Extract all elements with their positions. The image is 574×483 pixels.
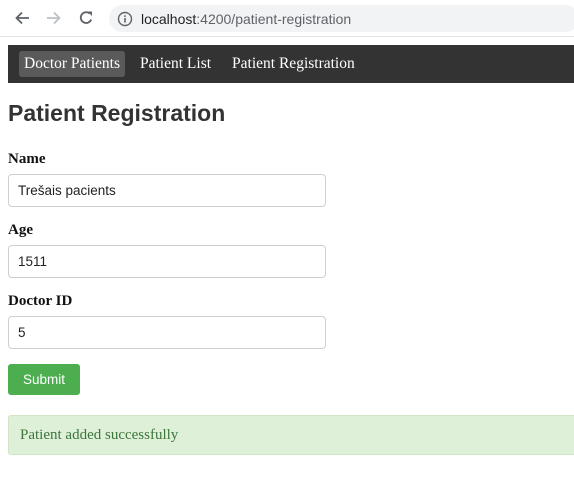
app-navbar: Doctor Patients Patient List Patient Reg…	[8, 45, 574, 83]
address-bar[interactable]: localhost:4200/patient-registration	[109, 5, 574, 32]
doctor-id-field[interactable]	[8, 316, 326, 349]
url-text: localhost:4200/patient-registration	[141, 10, 352, 27]
name-field[interactable]	[8, 174, 326, 207]
nav-link-patient-registration[interactable]: Patient Registration	[226, 51, 361, 77]
alert-message: Patient added successfully	[20, 426, 179, 443]
name-label: Name	[8, 151, 46, 167]
submit-button[interactable]: Submit	[8, 364, 80, 395]
back-icon[interactable]	[12, 8, 32, 28]
nav-link-patient-list[interactable]: Patient List	[134, 51, 217, 77]
nav-link-doctor-patients[interactable]: Doctor Patients	[19, 51, 125, 77]
doctor-id-label: Doctor ID	[8, 293, 73, 309]
page-title: Patient Registration	[8, 100, 226, 126]
age-label: Age	[8, 222, 33, 238]
age-field[interactable]	[8, 245, 326, 278]
forward-icon[interactable]	[44, 8, 64, 28]
info-icon[interactable]	[117, 11, 133, 27]
success-alert: Patient added successfully	[8, 415, 574, 455]
reload-icon[interactable]	[76, 8, 96, 28]
browser-toolbar: localhost:4200/patient-registration	[0, 0, 574, 37]
